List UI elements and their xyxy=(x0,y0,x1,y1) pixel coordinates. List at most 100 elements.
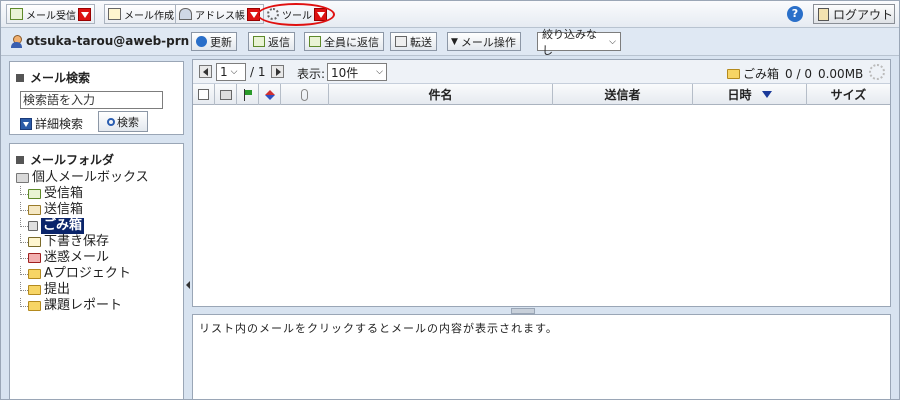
folder-label: 迷惑メール xyxy=(44,250,110,265)
forward-button[interactable]: 転送 xyxy=(390,32,437,51)
receive-mail-button[interactable]: メール受信 xyxy=(6,4,95,24)
flag-icon xyxy=(243,88,253,101)
priority-column[interactable] xyxy=(259,84,281,105)
mail-list-panel: 1 ⌵ / 1 表示: 10件 ⌵ ごみ箱 0 / 0 0.00MB 件名 送信… xyxy=(192,59,891,307)
logout-label: ログアウト xyxy=(833,7,894,22)
folder-tree: 個人メールボックス 受信箱 送信箱 ごみ箱 下書き保存 迷惑メール Aプロジェク… xyxy=(16,170,149,314)
refresh-button[interactable]: 更新 xyxy=(191,32,237,51)
prev-page-icon[interactable] xyxy=(199,65,212,78)
page-current: 1 xyxy=(220,65,228,79)
forward-icon xyxy=(395,36,407,47)
address-book-icon xyxy=(179,8,192,20)
advanced-search-toggle[interactable]: 詳細検索 xyxy=(20,115,83,132)
reply-label: 返信 xyxy=(268,35,290,49)
per-page-value: 10件 xyxy=(331,65,359,80)
folder-label: Aプロジェクト xyxy=(44,266,131,281)
paperclip-icon xyxy=(301,88,308,101)
folder-item-trash[interactable]: ごみ箱 xyxy=(16,218,149,234)
advanced-search-label: 詳細検索 xyxy=(35,117,84,131)
mail-search-panel: メール検索 検索語を入力 詳細検索 検索 xyxy=(9,61,184,135)
folder-root[interactable]: 個人メールボックス xyxy=(16,170,149,186)
mailbox-icon xyxy=(16,173,29,183)
expand-icon[interactable] xyxy=(20,117,32,130)
folder-item-project-a[interactable]: Aプロジェクト xyxy=(16,266,149,282)
current-folder-name: ごみ箱 xyxy=(743,67,780,81)
mail-toolbar: otsuka-tarou@aweb-prn 更新 返信 全員に返信 転送 ▼ メ… xyxy=(1,28,899,57)
address-book-label: アドレス帳 xyxy=(195,10,245,22)
compose-mail-label: メール作成 xyxy=(124,10,174,22)
display-label: 表示: xyxy=(297,67,326,81)
search-input[interactable]: 検索語を入力 xyxy=(20,91,163,109)
folder-icon xyxy=(727,68,740,79)
reply-all-button[interactable]: 全員に返信 xyxy=(304,32,384,51)
filter-value: 絞り込みなし xyxy=(542,27,597,57)
reply-icon xyxy=(253,36,265,47)
folder-title-label: メールフォルダ xyxy=(30,153,115,167)
address-book-button[interactable]: アドレス帳 xyxy=(175,4,264,24)
print-column[interactable] xyxy=(215,84,237,105)
folder-item-spam[interactable]: 迷惑メール xyxy=(16,250,149,266)
select-all-column[interactable] xyxy=(193,84,215,105)
flag-column[interactable] xyxy=(237,84,259,105)
mail-folder-panel: メールフォルダ 個人メールボックス 受信箱 送信箱 ごみ箱 下書き保存 迷惑メー… xyxy=(9,143,184,399)
menubar: メール受信 メール作成 アドレス帳 ツール ? ログアウト xyxy=(1,1,899,28)
chevron-down-icon: ⌵ xyxy=(376,67,383,77)
checkbox-icon[interactable] xyxy=(198,89,209,100)
outbox-icon xyxy=(28,205,41,215)
webmail-window: メール受信 メール作成 アドレス帳 ツール ? ログアウト otsuka-tar… xyxy=(0,0,900,400)
folder-title: メールフォルダ xyxy=(16,151,114,168)
highlight-circle xyxy=(257,3,335,26)
inbox-icon xyxy=(28,189,41,199)
chevron-down-icon: ⌵ xyxy=(609,36,616,47)
page-select[interactable]: 1 ⌵ xyxy=(216,63,246,81)
per-page-select[interactable]: 10件 ⌵ xyxy=(327,63,387,81)
compose-icon xyxy=(108,8,121,20)
reply-all-label: 全員に返信 xyxy=(324,35,379,49)
size-column-header[interactable]: サイズ xyxy=(807,84,890,105)
next-page-icon[interactable] xyxy=(271,65,284,78)
bullet-square-icon xyxy=(16,73,24,82)
mail-list-header: 件名 送信者 日時 サイズ xyxy=(193,84,890,105)
reply-button[interactable]: 返信 xyxy=(248,32,295,51)
trash-icon xyxy=(28,221,38,231)
date-column-label: 日時 xyxy=(727,88,752,102)
mail-ops-label: メール操作 xyxy=(460,35,516,49)
folder-item-submit[interactable]: 提出 xyxy=(16,282,149,298)
printer-icon xyxy=(219,89,232,100)
mail-operations-button[interactable]: ▼ メール操作 xyxy=(447,32,521,51)
mail-ops-arrow-icon: ▼ xyxy=(451,36,458,47)
compose-mail-button[interactable]: メール作成 xyxy=(104,4,178,24)
receive-dropdown-icon[interactable] xyxy=(78,7,91,21)
date-column-header[interactable]: 日時 xyxy=(693,84,807,105)
folder-label: 送信箱 xyxy=(44,202,84,217)
mail-preview-panel: リスト内のメールをクリックするとメールの内容が表示されます。 xyxy=(192,314,891,399)
attachment-column[interactable] xyxy=(281,84,329,105)
folder-item-drafts[interactable]: 下書き保存 xyxy=(16,234,149,250)
draft-icon xyxy=(28,237,41,247)
spam-icon xyxy=(28,253,41,263)
priority-icon xyxy=(264,89,275,100)
help-icon[interactable]: ? xyxy=(787,6,803,22)
receive-mail-label: メール受信 xyxy=(26,10,76,22)
chevron-down-icon: ⌵ xyxy=(230,67,238,77)
refresh-label: 更新 xyxy=(210,35,232,49)
search-button-label: 検索 xyxy=(117,115,139,129)
user-icon xyxy=(11,34,22,48)
folder-label: 提出 xyxy=(44,282,71,297)
folder-icon xyxy=(28,301,41,311)
subject-column-header[interactable]: 件名 xyxy=(329,84,553,105)
folder-label: 下書き保存 xyxy=(44,234,110,249)
folder-item-outbox[interactable]: 送信箱 xyxy=(16,202,149,218)
preview-message: リスト内のメールをクリックするとメールの内容が表示されます。 xyxy=(199,322,558,335)
inbox-icon xyxy=(10,8,23,20)
search-button[interactable]: 検索 xyxy=(98,111,148,132)
folder-item-inbox[interactable]: 受信箱 xyxy=(16,186,149,202)
sender-column-header[interactable]: 送信者 xyxy=(553,84,693,105)
folder-item-report[interactable]: 課題レポート xyxy=(16,298,149,314)
folder-label: 課題レポート xyxy=(44,298,123,313)
logout-button[interactable]: ログアウト xyxy=(813,4,895,24)
filter-select[interactable]: 絞り込みなし ⌵ xyxy=(537,28,621,57)
search-title-label: メール検索 xyxy=(30,71,91,85)
mail-count: 0 / 0 xyxy=(785,66,812,81)
folder-size: 0.00MB xyxy=(817,66,864,81)
